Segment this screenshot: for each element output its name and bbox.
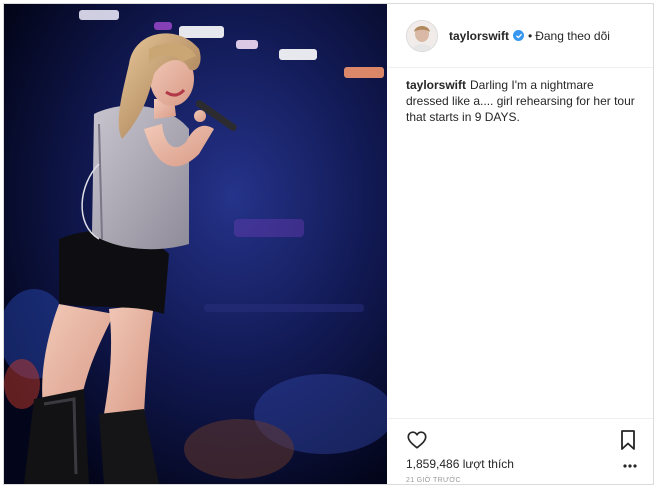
follow-status-button[interactable]: Đang theo dõi — [535, 29, 610, 43]
post-photo[interactable] — [4, 4, 387, 484]
post-header: taylorswift • Đang theo dõi — [388, 4, 653, 68]
separator-dot: • — [528, 28, 533, 43]
bookmark-icon[interactable] — [619, 429, 637, 451]
verified-badge-icon — [513, 30, 525, 41]
instagram-post: taylorswift • Đang theo dõi taylorswift D… — [3, 3, 654, 485]
header-username[interactable]: taylorswift — [449, 29, 509, 43]
more-options-icon[interactable] — [622, 463, 638, 469]
concert-photo-illustration — [4, 4, 387, 484]
post-sidebar: taylorswift • Đang theo dõi taylorswift D… — [388, 4, 653, 484]
heart-icon[interactable] — [406, 429, 428, 451]
post-actions: 1,859,486 lượt thích 21 GIỜ TRƯỚC — [388, 418, 653, 484]
post-timestamp[interactable]: 21 GIỜ TRƯỚC — [406, 477, 461, 484]
avatar[interactable] — [406, 19, 438, 52]
avatar-image — [407, 20, 437, 51]
post-caption: taylorswift Darling I'm a nightmare dress… — [406, 77, 638, 125]
caption-username[interactable]: taylorswift — [406, 78, 466, 92]
likes-count[interactable]: 1,859,486 lượt thích — [406, 457, 514, 471]
